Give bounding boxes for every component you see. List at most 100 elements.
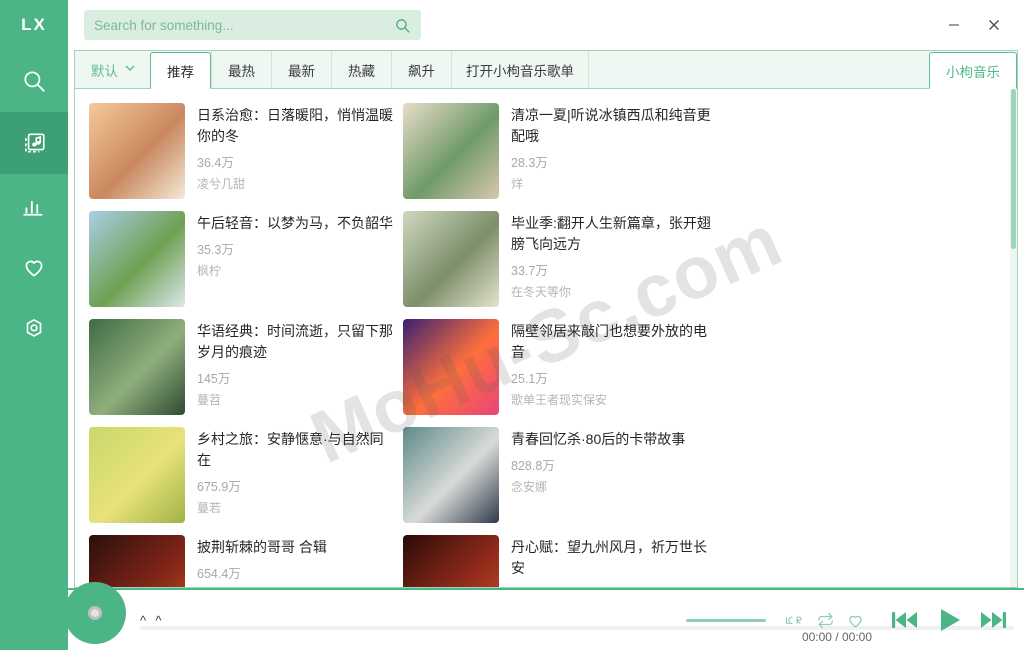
tab-rising[interactable]: 飙升 bbox=[391, 51, 451, 88]
disc-hole bbox=[88, 606, 102, 620]
songlist-item-title: 丹心赋：望九州风月，祈万世长安 bbox=[511, 539, 707, 576]
player-controls bbox=[686, 603, 1024, 637]
songlist-item-title: 午后轻音：以梦为马，不负韶华 bbox=[197, 215, 393, 231]
songlist-item[interactable]: 毕业季:翻开人生新篇章，张开翅膀飞向远方 33.7万 在冬天等你 bbox=[403, 207, 717, 315]
scrollbar-thumb[interactable] bbox=[1011, 89, 1016, 249]
songlist-item-title: 毕业季:翻开人生新篇章，张开翅膀飞向远方 bbox=[511, 215, 711, 252]
songlist-item-playcount: 25.1万 bbox=[511, 372, 548, 386]
songlist-item-cover[interactable] bbox=[89, 427, 185, 523]
previous-track-icon[interactable] bbox=[888, 603, 922, 637]
songlist-item-title: 乡村之旅：安静惬意·与自然同在 bbox=[197, 431, 384, 468]
sidebar-item-search[interactable] bbox=[0, 50, 68, 112]
songlist-item[interactable]: 清凉一夏|听说冰镇西瓜和纯音更配哦 28.3万烊 bbox=[403, 99, 717, 207]
songlist-item-cover[interactable] bbox=[89, 319, 185, 415]
search-input[interactable]: Search for something... bbox=[84, 10, 421, 40]
songlist-item[interactable]: 披荆斩棘的哥哥 合辑654.4万胖汪追综 bbox=[89, 531, 403, 587]
songlist-item-author: 凌兮几甜 bbox=[197, 177, 246, 191]
tab-bar: 默认 推荐 最热 最新 热藏 飙升 打开小枸音乐歌单 小枸音乐 bbox=[75, 51, 1017, 89]
songlist-item-playcount: 675.9万 bbox=[197, 480, 241, 494]
songlist-item-playcount: 35.3万 bbox=[197, 243, 234, 257]
songlist-item-author: 在冬天等你 bbox=[511, 285, 572, 299]
songlist-item[interactable]: 日系治愈：日落暖阳，悄悄温暖你的冬 36.4万 凌兮几甜 bbox=[89, 99, 403, 207]
playlist-music-icon bbox=[21, 130, 47, 156]
tab-newest[interactable]: 最新 bbox=[271, 51, 331, 88]
songlist-item-meta: 华语经典：时间流逝，只留下那岁月的痕迹 145万蔓苕 bbox=[197, 319, 397, 419]
lrc-icon[interactable] bbox=[780, 606, 810, 634]
songlist-item-cover[interactable] bbox=[403, 427, 499, 523]
songlist-item-title: 隔壁邻居来敲门也想要外放的电音 bbox=[511, 323, 707, 360]
songlist-item-author: 蔓苕 bbox=[197, 393, 222, 407]
cover-art bbox=[89, 319, 185, 415]
songlist-item-title: 清凉一夏|听说冰镇西瓜和纯音更配哦 bbox=[511, 107, 711, 144]
minimize-button[interactable] bbox=[934, 10, 974, 40]
tab-label: 飙升 bbox=[408, 63, 435, 79]
tab-recommend[interactable]: 推荐 bbox=[150, 52, 211, 89]
songlist-item-cover[interactable] bbox=[89, 535, 185, 587]
sidebar-item-leaderboard[interactable] bbox=[0, 174, 68, 236]
songlist-item-author: 歌单王者现实保安 bbox=[511, 393, 608, 407]
songlist-item-author: 烊 bbox=[511, 177, 524, 191]
sidebar-item-favorites[interactable] bbox=[0, 236, 68, 298]
songlist-item[interactable]: 青春回忆杀·80后的卡带故事 828.8万 念安娜 bbox=[403, 423, 717, 531]
sort-dropdown[interactable]: 默认 bbox=[75, 51, 150, 88]
songlist-item[interactable]: 丹心赋：望九州风月，祈万世长安149.8万国风新语 bbox=[403, 531, 717, 587]
songlist-item-playcount: 36.4万 bbox=[197, 156, 234, 170]
next-track-icon[interactable] bbox=[976, 603, 1010, 637]
app-window: LX Search for something... 默认 推荐 最热 最新 热… bbox=[0, 0, 1024, 650]
songlist-item-meta: 披荆斩棘的哥哥 合辑654.4万胖汪追综 bbox=[197, 535, 397, 587]
sidebar-item-settings[interactable] bbox=[0, 298, 68, 360]
cover-art bbox=[89, 103, 185, 199]
sidebar: LX bbox=[0, 0, 68, 650]
cover-art bbox=[89, 211, 185, 307]
chart-bar-icon bbox=[21, 192, 47, 218]
play-icon[interactable] bbox=[932, 603, 966, 637]
tab-hotcollect[interactable]: 热藏 bbox=[331, 51, 391, 88]
songlist-item-cover[interactable] bbox=[89, 211, 185, 307]
player-bar: ^_^ 00:00 / 00:00 bbox=[64, 582, 1024, 650]
songlist-item[interactable]: 隔壁邻居来敲门也想要外放的电音 25.1万歌单王者现实保安 bbox=[403, 315, 717, 423]
cover-art bbox=[89, 535, 185, 587]
songlist-item-cover[interactable] bbox=[403, 535, 499, 587]
songlist-item-cover[interactable] bbox=[89, 103, 185, 199]
songlist-item-meta: 日系治愈：日落暖阳，悄悄温暖你的冬 36.4万 凌兮几甜 bbox=[197, 103, 397, 203]
disc-icon[interactable] bbox=[64, 582, 126, 644]
songlist-scroll-area[interactable]: 日系治愈：日落暖阳，悄悄温暖你的冬 36.4万 凌兮几甜 清凉一夏|听说冰镇西瓜和纯音… bbox=[75, 89, 1017, 587]
repeat-icon[interactable] bbox=[810, 606, 840, 634]
volume-bar bbox=[686, 618, 766, 622]
songlist-item-title: 披荆斩棘的哥哥 合辑 bbox=[197, 539, 327, 555]
cover-art bbox=[403, 319, 499, 415]
songlist-item-cover[interactable] bbox=[403, 211, 499, 307]
volume-slider[interactable] bbox=[686, 618, 766, 622]
songlist-item-meta: 乡村之旅：安静惬意·与自然同在 675.9万 蔓若 bbox=[197, 427, 397, 527]
app-logo: LX bbox=[21, 15, 47, 34]
close-button[interactable] bbox=[974, 10, 1014, 40]
content-panel: 默认 推荐 最热 最新 热藏 飙升 打开小枸音乐歌单 小枸音乐 日系治愈：日落暖… bbox=[74, 50, 1018, 588]
tab-hottest[interactable]: 最热 bbox=[211, 51, 271, 88]
songlist-item-playcount: 145万 bbox=[197, 372, 231, 386]
songlist-item[interactable]: 乡村之旅：安静惬意·与自然同在 675.9万 蔓若 bbox=[89, 423, 403, 531]
tab-open-xiaogou-playlist[interactable]: 打开小枸音乐歌单 bbox=[451, 51, 588, 88]
songlist-item[interactable]: 华语经典：时间流逝，只留下那岁月的痕迹 145万蔓苕 bbox=[89, 315, 403, 423]
vertical-scrollbar[interactable] bbox=[1010, 89, 1017, 587]
songlist-item-cover[interactable] bbox=[403, 319, 499, 415]
songlist-item-meta: 午后轻音：以梦为马，不负韶华 35.3万 枫柠 bbox=[197, 211, 397, 311]
sidebar-item-songlist[interactable] bbox=[0, 112, 68, 174]
cover-art bbox=[89, 427, 185, 523]
songlist-item-playcount: 654.4万 bbox=[197, 567, 241, 581]
songlist-item-title: 华语经典：时间流逝，只留下那岁月的痕迹 bbox=[197, 323, 393, 360]
songlist-item-author: 念安娜 bbox=[511, 480, 548, 494]
tab-bar-spacer bbox=[588, 51, 929, 88]
search-icon[interactable] bbox=[393, 17, 411, 34]
tab-label: 打开小枸音乐歌单 bbox=[466, 63, 574, 79]
heart-icon[interactable] bbox=[840, 606, 870, 634]
songlist-item-playcount: 828.8万 bbox=[511, 459, 555, 473]
transport-controls bbox=[888, 603, 1010, 637]
tab-label: 小枸音乐 bbox=[946, 64, 1000, 80]
tab-label: 最热 bbox=[228, 63, 255, 79]
songlist-item-cover[interactable] bbox=[403, 103, 499, 199]
cover-art bbox=[403, 211, 499, 307]
search-placeholder: Search for something... bbox=[94, 17, 234, 33]
songlist-item-title: 青春回忆杀·80后的卡带故事 bbox=[511, 431, 686, 447]
songlist-item[interactable]: 午后轻音：以梦为马，不负韶华 35.3万 枫柠 bbox=[89, 207, 403, 315]
tab-source-xiaogou-music[interactable]: 小枸音乐 bbox=[929, 52, 1017, 89]
